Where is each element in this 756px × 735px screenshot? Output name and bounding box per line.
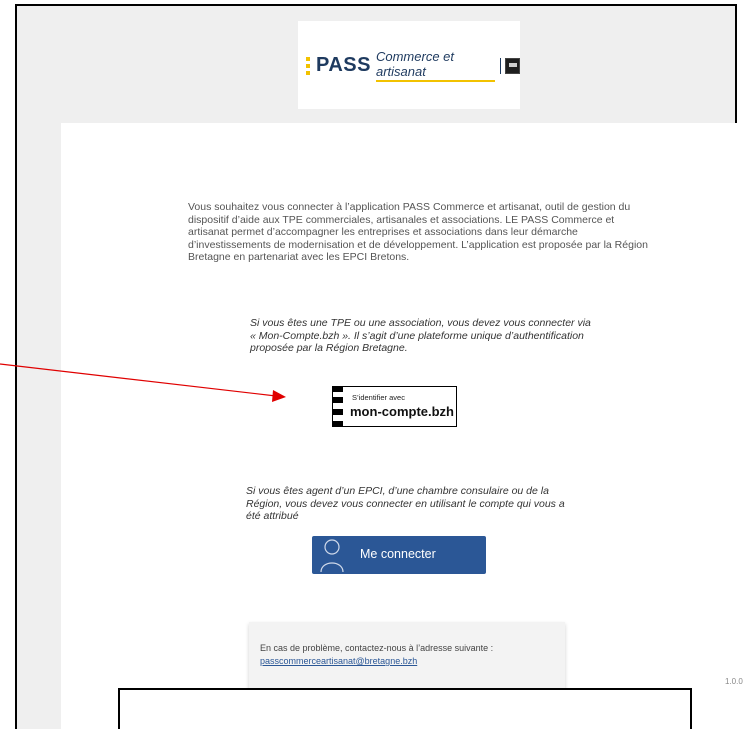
tpe-instructions: Si vous êtes une TPE ou une association,… [250, 317, 591, 354]
mon-compte-logo-icon [332, 386, 344, 427]
logo-bars-icon [306, 56, 310, 75]
logo-brand: PASS [316, 54, 371, 76]
agent-instructions: Si vous êtes agent d’un EPCI, d’une cham… [246, 485, 565, 522]
help-email-link[interactable]: passcommerceartisanat@bretagne.bzh [260, 656, 417, 666]
logo-subtitle: Commerce et artisanat [375, 49, 496, 82]
pass-logo: PASS Commerce et artisanat [306, 49, 520, 82]
mon-compte-button-label: mon-compte.bzh [350, 404, 454, 419]
me-connecter-button[interactable]: Me connecter [312, 536, 486, 574]
person-icon [320, 539, 344, 572]
logo-separator [500, 57, 502, 74]
region-bretagne-logo-icon [505, 57, 520, 74]
help-text: En cas de problème, contactez-nous à l’a… [260, 643, 494, 653]
logo-box: PASS Commerce et artisanat [298, 21, 520, 109]
version-label: 1.0.0 [725, 677, 743, 686]
annotation-box [118, 688, 692, 729]
mon-compte-button-caption: S’identifier avec [352, 393, 405, 402]
intro-paragraph: Vous souhaitez vous connecter à l’applic… [188, 201, 648, 263]
login-panel: Vous souhaitez vous connecter à l’applic… [61, 123, 747, 735]
red-arrow-icon [0, 363, 286, 402]
help-box: En cas de problème, contactez-nous à l’a… [249, 622, 565, 694]
me-connecter-label: Me connecter [360, 547, 436, 561]
mon-compte-login-button[interactable]: S’identifier avec mon-compte.bzh [332, 386, 457, 427]
